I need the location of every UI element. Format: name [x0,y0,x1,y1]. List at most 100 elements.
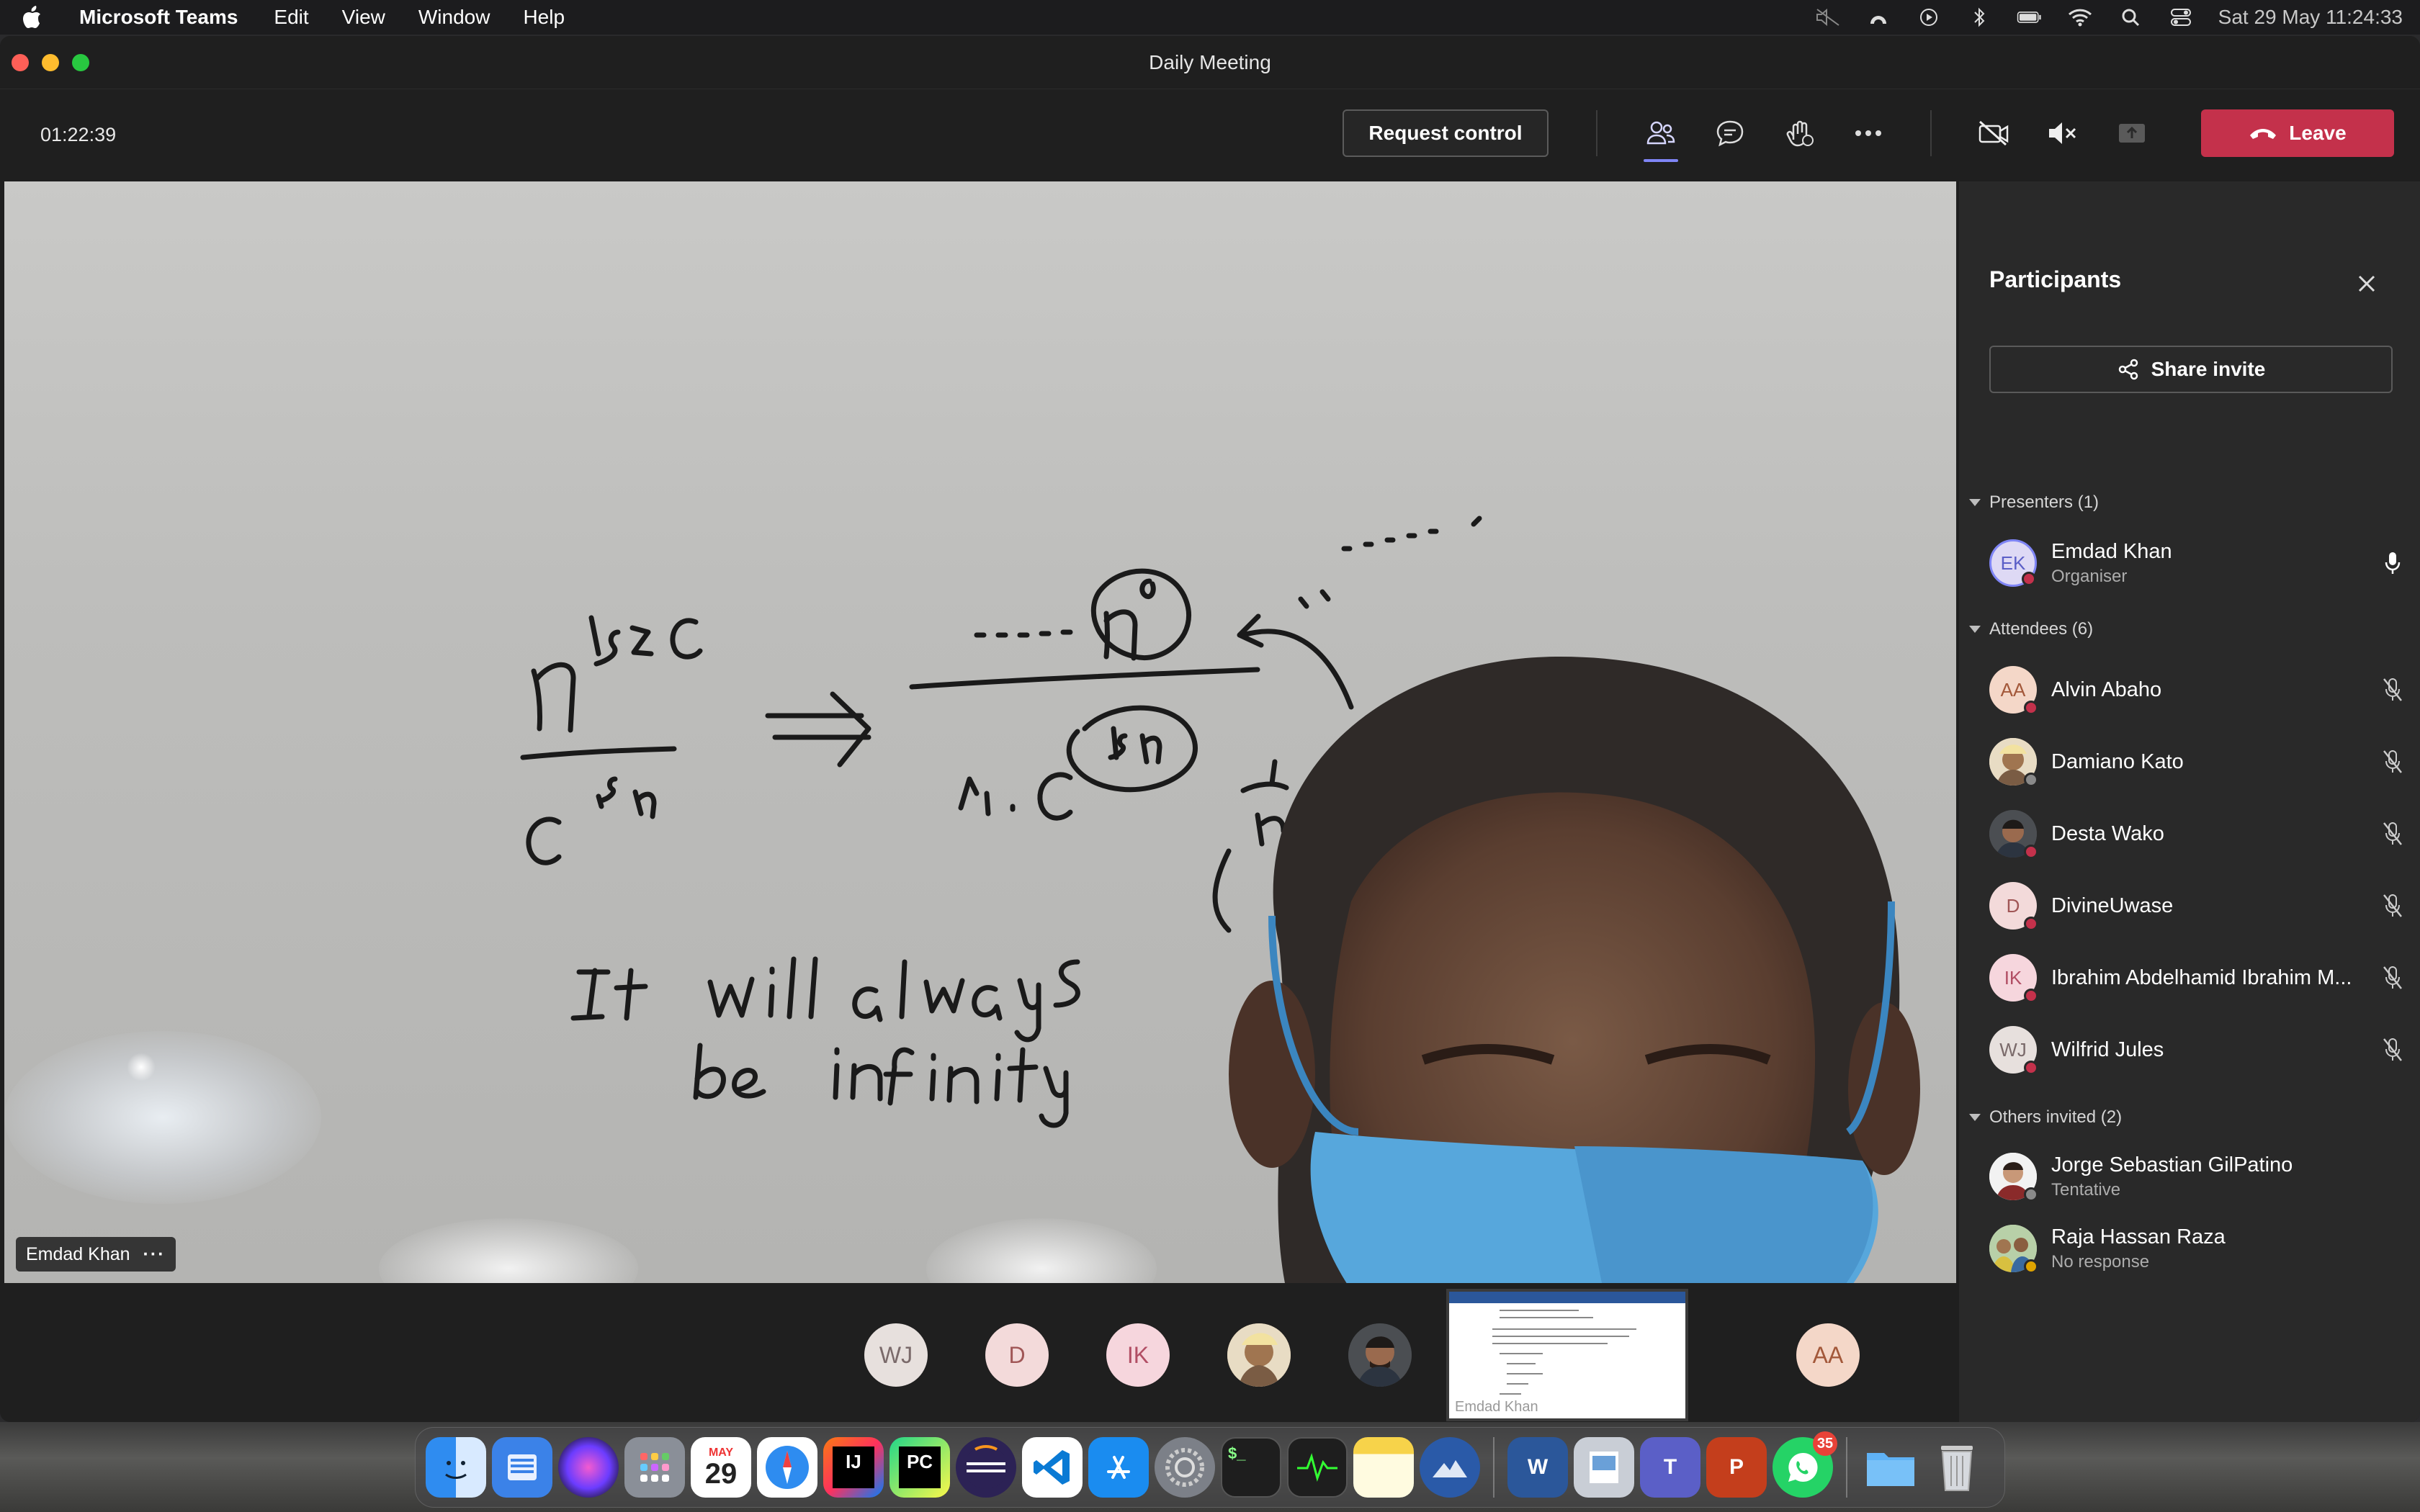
notes-icon[interactable] [1353,1437,1414,1498]
thumbnail-avatar-ik[interactable]: IK [1106,1323,1170,1387]
share-icon [2118,359,2138,380]
thumbnail-avatar-wj[interactable]: WJ [864,1323,928,1387]
bluetooth-icon[interactable] [1966,6,1992,28]
chevron-down-icon [1969,626,1981,633]
vscode-icon[interactable] [1022,1437,1083,1498]
participant-row[interactable]: AA Alvin Abaho [1989,661,2407,719]
word-icon[interactable]: W [1507,1437,1568,1498]
main-video-stage[interactable]: Emdad Khan ··· [4,181,1956,1283]
panel-title: Participants [1989,266,2122,292]
close-icon [2358,275,2375,292]
invited-row[interactable]: Raja Hassan Raza No response [1989,1220,2407,1277]
participant-mic[interactable] [2378,549,2407,577]
mute-status-icon[interactable] [1815,6,1841,28]
zoom-window-button[interactable] [72,54,89,71]
activity-monitor-icon[interactable] [1287,1437,1348,1498]
apple-menu-icon[interactable] [17,3,46,32]
attendees-section-toggle[interactable]: Attendees (6) [1969,619,2093,639]
request-control-button[interactable]: Request control [1343,109,1549,157]
menu-window[interactable]: Window [418,6,490,29]
intellij-icon[interactable]: IJ [823,1437,884,1498]
pycharm-icon[interactable]: PC [889,1437,950,1498]
participant-row[interactable]: Desta Wako [1989,805,2407,863]
leave-button[interactable]: Leave [2201,109,2394,157]
menu-view[interactable]: View [342,6,385,29]
invited-row[interactable]: Jorge Sebastian GilPatino Tentative [1989,1148,2407,1205]
speaker-muted-icon [2049,122,2076,144]
reactions-button[interactable] [1779,113,1819,153]
presenter-more-icon[interactable]: ··· [143,1244,166,1265]
finder-icon[interactable] [426,1437,486,1498]
vpn-status-icon[interactable] [1865,6,1891,28]
presenters-section-toggle[interactable]: Presenters (1) [1969,492,2099,513]
participant-mic-muted[interactable] [2378,747,2407,776]
play-status-icon[interactable] [1916,6,1942,28]
menubar-clock[interactable]: Sat 29 May 11:24:33 [2218,6,2403,29]
participant-mic-muted[interactable] [2378,963,2407,992]
close-panel-button[interactable] [2352,269,2381,298]
document-preview-icon [1492,1310,1636,1395]
presence-offline-icon [2024,773,2038,787]
avatar: WJ [1989,1026,2038,1075]
share-invite-button[interactable]: Share invite [1989,346,2393,393]
calendar-icon[interactable]: MAY 29 [691,1437,751,1498]
menu-help[interactable]: Help [523,6,565,29]
participant-mic-muted[interactable] [2378,819,2407,848]
participant-row[interactable]: IK Ibrahim Abdelhamid Ibrahim M... [1989,949,2407,1007]
powerpoint-icon[interactable]: P [1706,1437,1767,1498]
participant-mic-muted[interactable] [2378,1035,2407,1064]
thumbnail-avatar-d[interactable]: D [985,1323,1049,1387]
leave-label: Leave [2289,122,2347,144]
system-preferences-icon[interactable] [1155,1437,1215,1498]
camera-toggle-button[interactable] [1973,113,2014,153]
downloads-folder-icon[interactable] [1860,1437,1921,1498]
close-window-button[interactable] [12,54,29,71]
battery-icon[interactable] [2017,6,2043,28]
participant-row[interactable]: D DivineUwase [1989,877,2407,935]
share-content-button[interactable] [2112,113,2152,153]
microphone-muted-icon [2383,966,2402,989]
thumbnail-photo-avatar[interactable] [1227,1323,1291,1387]
minimize-window-button[interactable] [42,54,59,71]
participant-mic-muted[interactable] [2378,891,2407,920]
participant-mic-muted[interactable] [2378,675,2407,704]
presence-busy-icon [2024,845,2038,859]
more-actions-button[interactable] [1848,113,1888,153]
preview-icon[interactable] [1574,1437,1634,1498]
avatar-photo [1989,810,2038,859]
file-manager-icon[interactable] [492,1437,552,1498]
app-name-menu[interactable]: Microsoft Teams [79,6,238,29]
teams-icon[interactable]: T [1640,1437,1700,1498]
shared-screen-thumbnail[interactable]: Emdad Khan [1446,1289,1688,1421]
avatar: D [1989,882,2038,931]
control-center-icon[interactable] [2168,6,2194,28]
chat-button[interactable] [1710,113,1750,153]
menu-edit[interactable]: Edit [274,6,308,29]
whatsapp-icon[interactable]: 35 [1773,1431,1837,1498]
safari-icon[interactable] [757,1437,817,1498]
terminal-icon[interactable]: $_ [1221,1437,1281,1498]
presenter-name-label[interactable]: Emdad Khan ··· [16,1237,176,1272]
microphone-muted-icon [2383,1038,2402,1061]
participant-row[interactable]: EK Emdad Khan Organiser [1989,534,2407,592]
spotlight-search-icon[interactable] [2118,6,2143,28]
siri-icon[interactable] [558,1437,619,1498]
thumbnail-titlebar [1449,1292,1685,1303]
trash-icon[interactable] [1927,1437,1987,1498]
app-store-icon[interactable] [1088,1437,1149,1498]
participant-row[interactable]: WJ Wilfrid Jules [1989,1021,2407,1079]
participant-strip: WJ D IK Emdad Khan AA [0,1283,1956,1422]
eclipse-icon[interactable] [956,1437,1016,1498]
toolbar-divider [1596,110,1597,156]
thumbnail-avatar-aa[interactable]: AA [1796,1323,1860,1387]
thumbnail-photo-avatar[interactable] [1348,1323,1412,1387]
participants-button[interactable] [1641,113,1681,162]
mic-toggle-button[interactable] [2043,113,2083,153]
macos-installer-icon[interactable] [1420,1437,1480,1498]
wifi-icon[interactable] [2067,6,2093,28]
avatar-initials: AA [2000,678,2026,701]
participant-row[interactable]: Damiano Kato [1989,733,2407,791]
launchpad-icon[interactable] [624,1437,685,1498]
others-invited-section-toggle[interactable]: Others invited (2) [1969,1107,2122,1128]
presence-busy-icon [2024,701,2038,715]
